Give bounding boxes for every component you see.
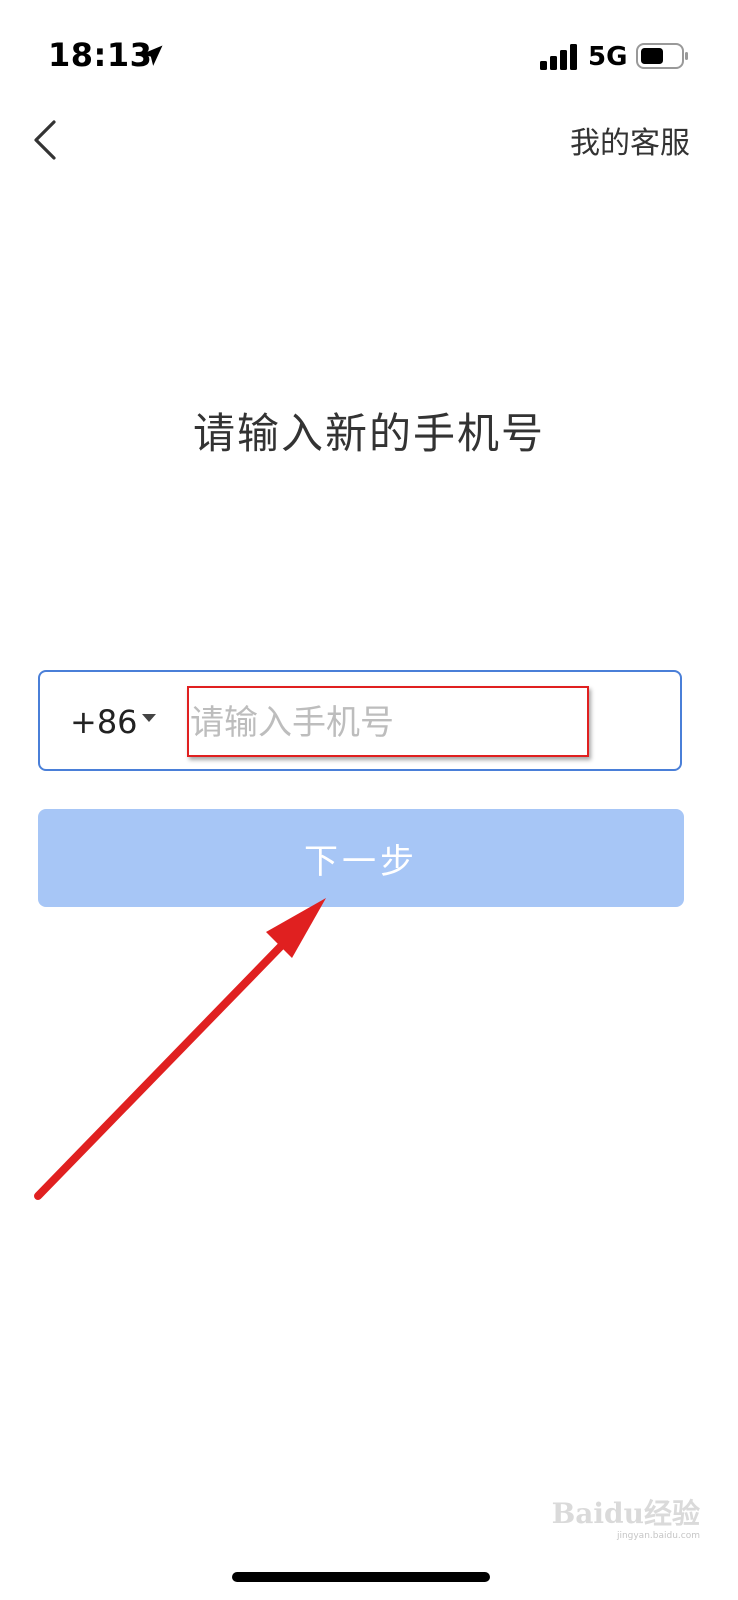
country-code-selector[interactable]: +86 [70, 702, 156, 742]
customer-service-link[interactable]: 我的客服 [570, 118, 690, 162]
back-chevron-icon[interactable] [28, 118, 62, 162]
caret-down-icon [141, 714, 156, 722]
watermark-site: jingyan.baidu.com [616, 1531, 700, 1541]
next-step-button[interactable]: 下一步 [38, 809, 684, 907]
page-title: 请输入新的手机号 [192, 409, 545, 458]
location-arrow-icon [141, 45, 163, 66]
annotation-arrow-icon [34, 898, 326, 1200]
baidu-watermark: Baidu经验 jingyan.baidu.com [552, 1500, 700, 1541]
phone-number-input[interactable] [190, 696, 650, 750]
network-type: 5G [588, 42, 628, 72]
home-indicator[interactable] [232, 1572, 490, 1582]
status-time: 18:13 [48, 36, 153, 74]
battery-icon [636, 43, 688, 69]
country-code-label: +86 [70, 703, 138, 741]
phone-field: +86 [38, 670, 682, 771]
phone-screen: 18:13 5G 我的客服 请输入新的手机号 +86 下一步 [0, 0, 738, 1600]
signal-icon [540, 44, 577, 70]
watermark-brand: Baidu经验 [551, 1497, 700, 1530]
